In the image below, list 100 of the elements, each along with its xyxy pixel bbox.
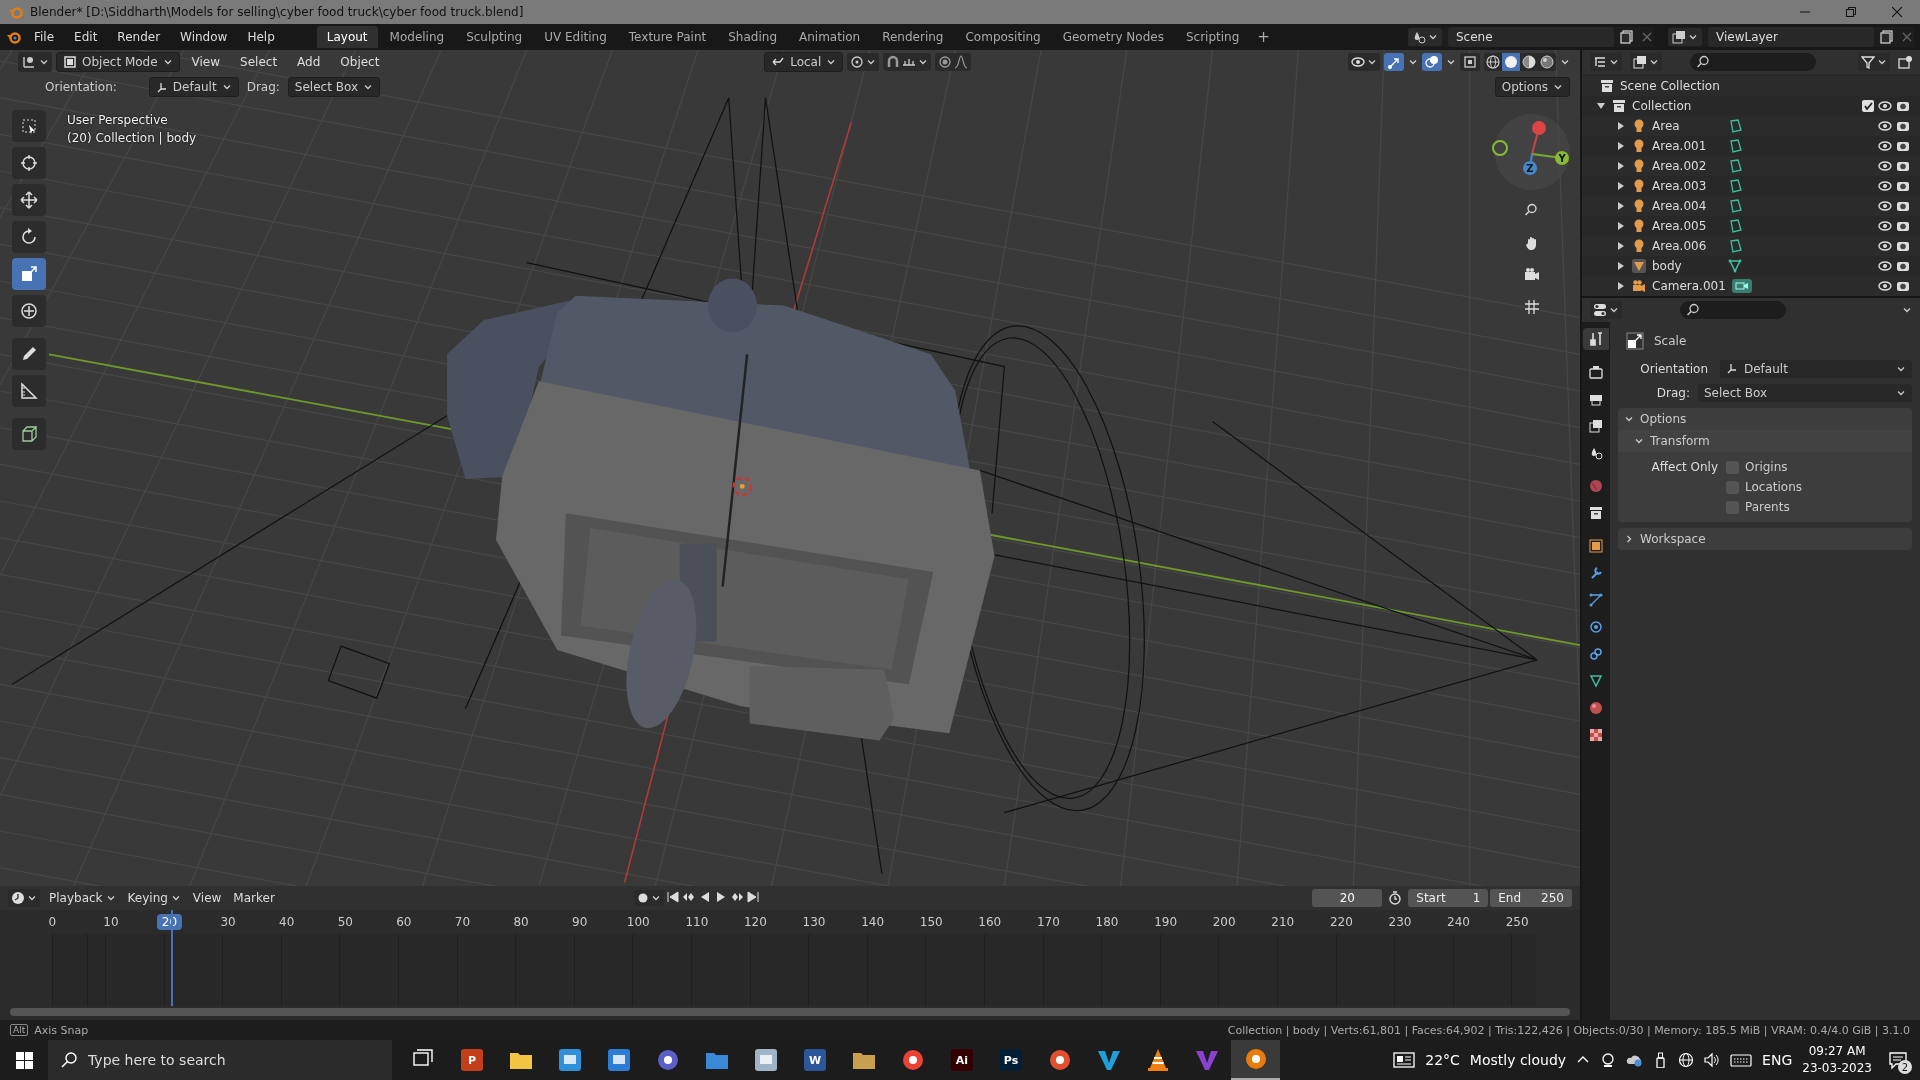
panel-header[interactable]: Options [1640,412,1687,426]
field-label: Orientation: [45,80,117,94]
workspace-tab[interactable]: Geometry Nodes [1052,26,1174,48]
current-frame-field[interactable]: 20 [1312,889,1383,907]
outliner-item[interactable]: Area [1652,119,1722,133]
frame-number: 70 [453,914,472,930]
time-text: 09:27 AM [1808,1043,1866,1060]
frame-number: 190 [1153,914,1179,930]
panel-header[interactable]: Workspace [1640,532,1706,546]
name-field[interactable]: ViewLayer [1708,27,1874,47]
frame-number: 50 [336,914,354,930]
temperature-text[interactable]: 22°C [1425,1052,1460,1068]
frame-number: 240 [1446,914,1471,930]
outliner-item[interactable]: Area.005 [1652,219,1722,233]
workspace-tab[interactable]: Layout [316,26,378,48]
subpanel-header[interactable]: Transform [1650,434,1710,448]
outliner-item[interactable]: Scene Collection [1620,79,1720,93]
menu-item[interactable]: Object [332,52,388,72]
menu-item[interactable]: Edit [66,27,106,47]
outliner-item[interactable]: Area.006 [1652,239,1722,253]
frame-number: 90 [571,914,589,930]
frame-number: 120 [742,914,768,930]
mode-dropdown[interactable]: Object Mode [56,52,180,72]
taskbar-button[interactable]: W [790,1040,839,1080]
taskbar-button[interactable]: Ai [937,1040,986,1080]
outliner-item[interactable]: Area.002 [1652,159,1722,173]
menu-item[interactable]: Help [239,27,283,47]
frame-number: 220 [1328,914,1354,930]
workspace-tab[interactable]: Scripting [1175,26,1250,48]
date-text: 23-03-2023 [1802,1060,1872,1077]
checkbox-label: Locations [1745,480,1802,494]
menu-item[interactable]: Select [232,52,286,72]
outliner-item[interactable]: Area.003 [1652,179,1722,193]
frame-number: 130 [801,914,827,930]
menu-item[interactable]: Playback [46,889,119,907]
add-workspace-button[interactable]: + [1251,28,1276,46]
end-frame-field[interactable]: End 250 [1490,889,1572,907]
menu-item[interactable]: Add [289,52,329,72]
menu-item[interactable]: File [26,27,63,47]
checkbox-label: Parents [1745,500,1790,514]
frame-number: 60 [395,914,413,930]
status-hint: Axis Snap [34,1023,89,1037]
taskbar-button[interactable]: Ps [986,1040,1035,1080]
app-logo-icon: Ai [949,1048,974,1072]
clock[interactable]: 09:27 AM 23-03-2023 [1802,1043,1872,1077]
menu-item[interactable]: Render [109,27,169,47]
frame-number: 0 [47,914,58,930]
menu-item[interactable]: Window [172,27,236,47]
outliner-item[interactable]: Collection [1632,99,1702,113]
menu-item[interactable]: View [183,52,229,72]
frame-number: 10 [102,914,120,930]
viewport-info-text: User Perspective [67,113,169,127]
workspace-tab[interactable]: Modeling [379,26,455,48]
start-frame-field[interactable]: Start 1 [1408,889,1489,907]
drag-dropdown[interactable]: Select Box [287,77,380,97]
dropdown-value: Default [1744,362,1788,376]
frame-number: 200 [1211,914,1237,930]
weather-text[interactable]: Mostly cloudy [1469,1052,1567,1068]
outliner-item[interactable]: Camera.001 [1652,279,1726,293]
workspace-tab[interactable]: UV Editing [534,26,617,48]
orientation-dropdown[interactable]: Default [1720,360,1912,378]
checkbox-label: Origins [1745,460,1788,474]
options-dropdown[interactable]: Options [1494,77,1570,97]
drag-dropdown[interactable]: Select Box [1698,384,1912,402]
frame-number: 230 [1387,914,1413,930]
workspace-tab[interactable]: Texture Paint [618,26,717,48]
menu-item[interactable]: Keying [124,889,184,907]
workspace-tab[interactable]: Rendering [872,26,954,48]
dropdown-value: Options [1501,80,1548,94]
menu-item[interactable]: Marker [230,889,278,907]
frame-number: 40 [278,914,296,930]
notification-count: 2 [1898,1060,1912,1074]
notifications-button[interactable]: 2 [1882,1044,1914,1076]
workspace-tab[interactable]: Compositing [955,26,1051,48]
navigation-gizmo[interactable]: Y Z [1492,112,1572,192]
frame-number: 210 [1270,914,1296,930]
field-label: Affect Only [1650,460,1718,474]
viewport-info-text: (20) Collection | body [67,131,197,145]
menu-item[interactable]: View [189,889,225,907]
mode-label: Object Mode [82,55,158,69]
dropdown-value: Select Box [294,80,358,94]
app-logo-icon: P [459,1048,484,1072]
frame-number: 30 [219,914,237,930]
workspace-tab[interactable]: Sculpting [456,26,533,48]
workspace-tab[interactable]: Shading [718,26,787,48]
outliner-item[interactable]: body [1652,259,1722,273]
frame-number: 140 [860,914,886,930]
outliner-item[interactable]: Area.001 [1652,139,1722,153]
language-indicator[interactable]: ENG [1762,1052,1793,1068]
name-field[interactable]: Scene [1448,27,1614,47]
tool-name: Scale [1654,334,1687,348]
outliner-item[interactable]: Area.004 [1652,199,1722,213]
orientation-dropdown[interactable]: Default [148,77,239,97]
field-label: End [1498,891,1522,905]
frame-number: 160 [977,914,1003,930]
search-field[interactable]: Type here to search [48,1040,392,1080]
workspace-tab[interactable]: Animation [789,26,871,48]
taskbar-button[interactable]: P [447,1040,496,1080]
orientation-dropdown[interactable]: Local [764,52,844,72]
key-icon: Alt [10,1024,29,1036]
